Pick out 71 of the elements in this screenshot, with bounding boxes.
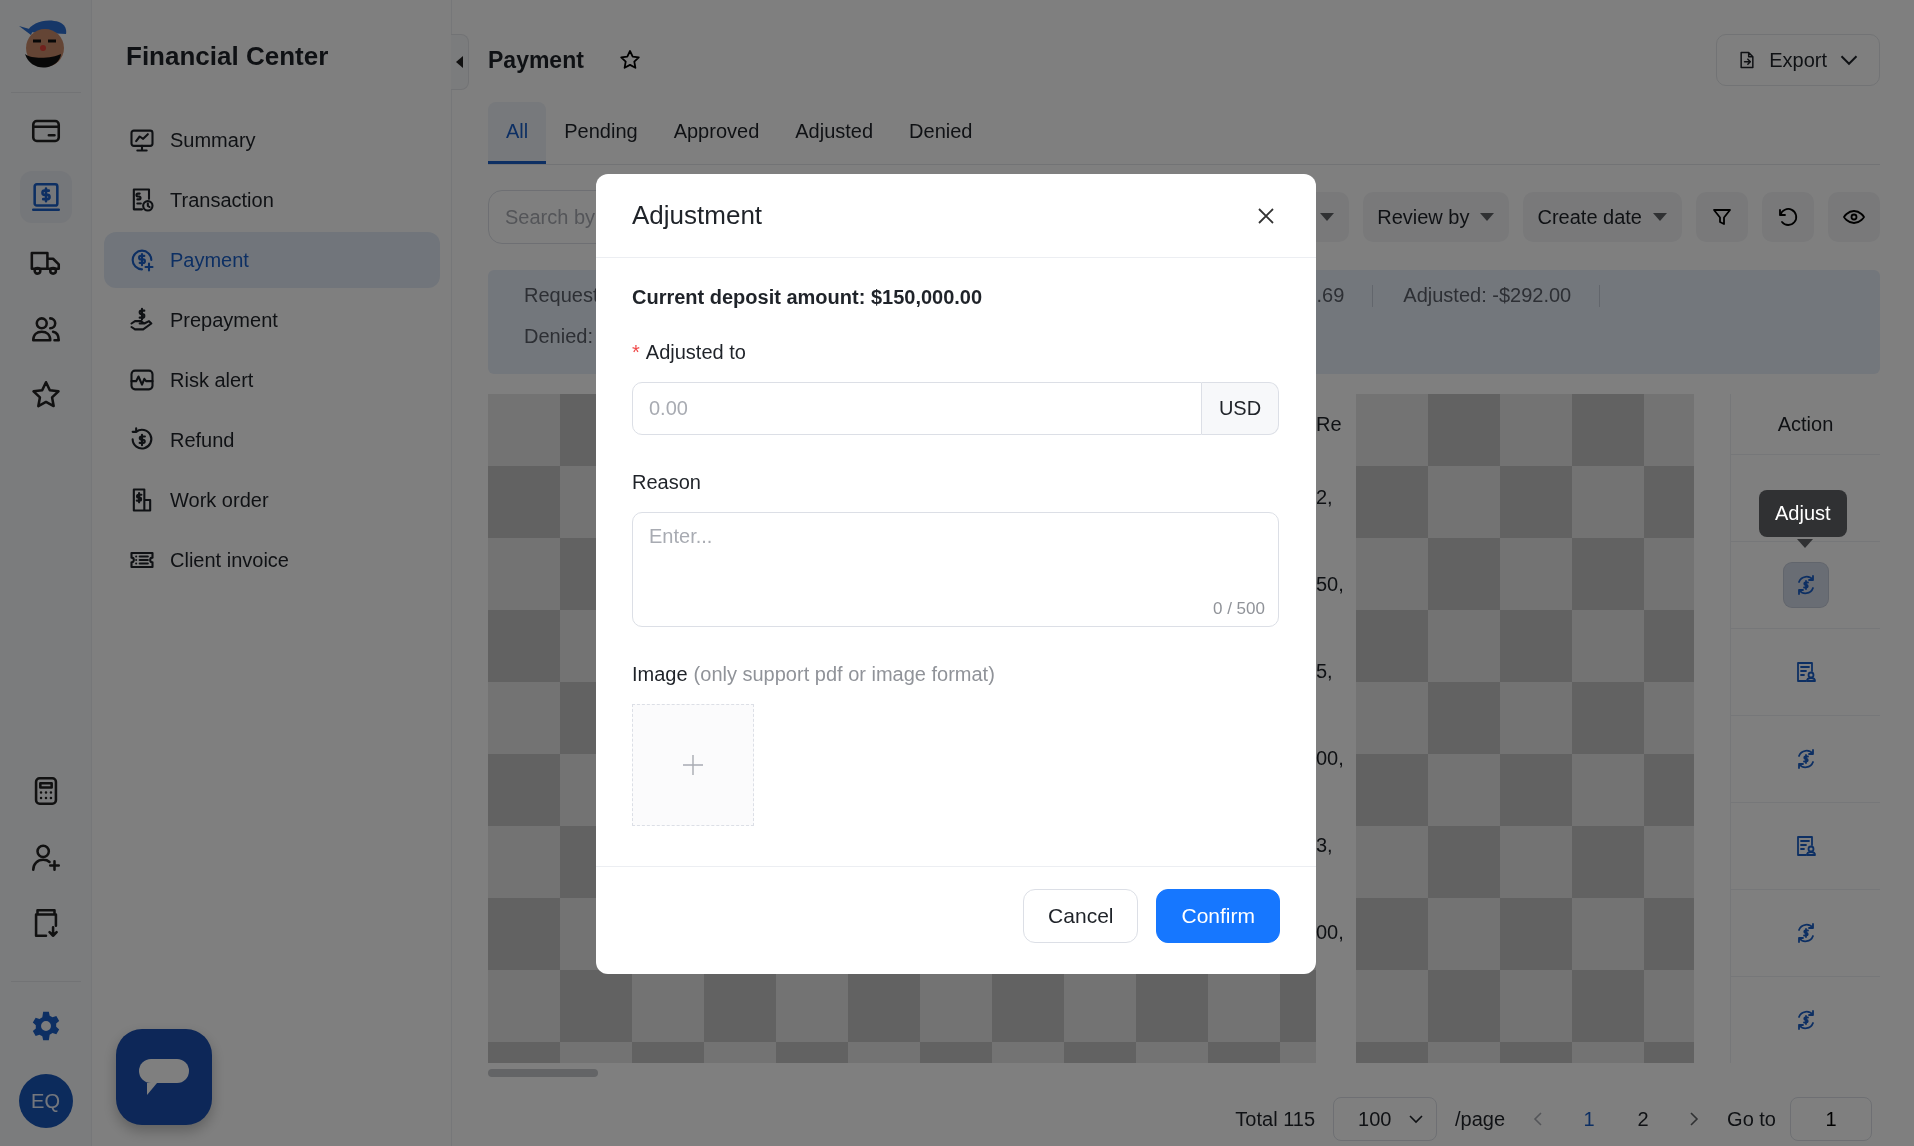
table-cell-text: 5,	[1316, 659, 1334, 684]
eye-button[interactable]	[1828, 192, 1880, 242]
confirm-button[interactable]: Confirm	[1156, 888, 1280, 943]
summary-stat: Adjusted: -$292.00	[1403, 284, 1573, 307]
caret-down-icon	[1319, 212, 1336, 222]
character-counter: 0 / 500	[1213, 599, 1265, 619]
table-cell-text: 00,	[1316, 746, 1345, 771]
tooltip-arrow	[1797, 539, 1813, 548]
tooltip: Adjust	[1759, 490, 1847, 537]
sidebar-item[interactable]: Payment	[104, 232, 440, 288]
star-icon	[617, 48, 642, 72]
plus-icon	[682, 754, 704, 776]
column-header: Re	[1316, 411, 1343, 437]
user-avatar[interactable]: EQ	[18, 1074, 73, 1128]
close-icon	[1256, 205, 1276, 226]
filter-dropdown[interactable]: Review by	[1363, 192, 1510, 242]
column-header: Action	[1730, 394, 1880, 454]
refresh-button[interactable]	[1762, 192, 1814, 242]
sidebar-item[interactable]: Refund	[104, 412, 440, 468]
status-tab[interactable]: All	[488, 102, 547, 164]
field-hint: (only support pdf or image format)	[693, 663, 995, 686]
summary-stat: Request	[524, 284, 600, 307]
caret-down-icon	[1652, 212, 1668, 222]
sidebar-title: Financial Center	[125, 39, 330, 73]
field-label: Reason	[632, 471, 701, 494]
amount-field[interactable]: 0.00	[632, 382, 1202, 435]
collapse-toggle[interactable]	[451, 34, 469, 90]
caret-left-icon	[455, 56, 464, 68]
scrollbar-thumb[interactable]	[488, 1069, 598, 1077]
nav-rail-button[interactable]	[19, 171, 72, 223]
page-size-select[interactable]: 100	[1333, 1097, 1437, 1141]
table-cell-text: 3,	[1316, 833, 1334, 858]
status-tab[interactable]: Denied	[891, 102, 991, 164]
status-tab[interactable]: Approved	[655, 102, 778, 164]
chat-button[interactable]	[116, 1029, 212, 1125]
total-count: Total 115	[1235, 1107, 1315, 1131]
sidebar-item[interactable]: Client invoice	[104, 532, 440, 588]
cancel-button[interactable]: Cancel	[1023, 888, 1139, 943]
page-button[interactable]: 1	[1571, 1107, 1608, 1131]
caret-down-icon	[1479, 212, 1496, 222]
chevron-right-icon	[1689, 1111, 1700, 1127]
filter-button[interactable]	[1696, 192, 1748, 242]
table-cell-text: 00,	[1316, 920, 1345, 945]
per-page-label: /page	[1455, 1107, 1506, 1131]
table-cell-text: 50,	[1316, 572, 1345, 597]
sidebar-item[interactable]: Work order	[104, 472, 440, 528]
deposit-amount-text: Current deposit amount: $150,000.00	[632, 286, 984, 309]
required-mark: *	[632, 341, 640, 364]
status-tab[interactable]: Adjusted	[777, 102, 892, 164]
go-to-label: Go to	[1727, 1107, 1776, 1131]
refresh-icon	[1776, 205, 1800, 229]
field-label: Adjusted to	[645, 341, 746, 364]
caret-down-icon	[1408, 1114, 1424, 1124]
sidebar-item[interactable]: Risk alert	[104, 352, 440, 408]
chevron-left-icon	[1533, 1111, 1544, 1127]
field-label: Image	[632, 663, 688, 686]
currency-addon: USD	[1202, 382, 1279, 435]
adjust-button[interactable]	[1783, 563, 1828, 607]
table-cell-text: 2,	[1316, 485, 1334, 510]
sidebar-item[interactable]: Transaction	[104, 172, 440, 228]
summary-stat: Denied:	[524, 325, 594, 348]
page-title: Payment	[488, 46, 584, 74]
sidebar-item[interactable]: Prepayment	[104, 292, 440, 348]
summary-stat: .69	[1316, 284, 1346, 307]
page-button[interactable]: 2	[1625, 1107, 1662, 1131]
dialog-title: Adjustment	[632, 200, 763, 231]
filter-dropdown[interactable]: Create date	[1523, 192, 1682, 242]
sidebar-item[interactable]: Summary	[104, 112, 440, 168]
export-button[interactable]: Export	[1716, 34, 1880, 86]
page-number-field[interactable]: 1	[1790, 1097, 1872, 1141]
status-tab[interactable]: Pending	[546, 102, 656, 164]
